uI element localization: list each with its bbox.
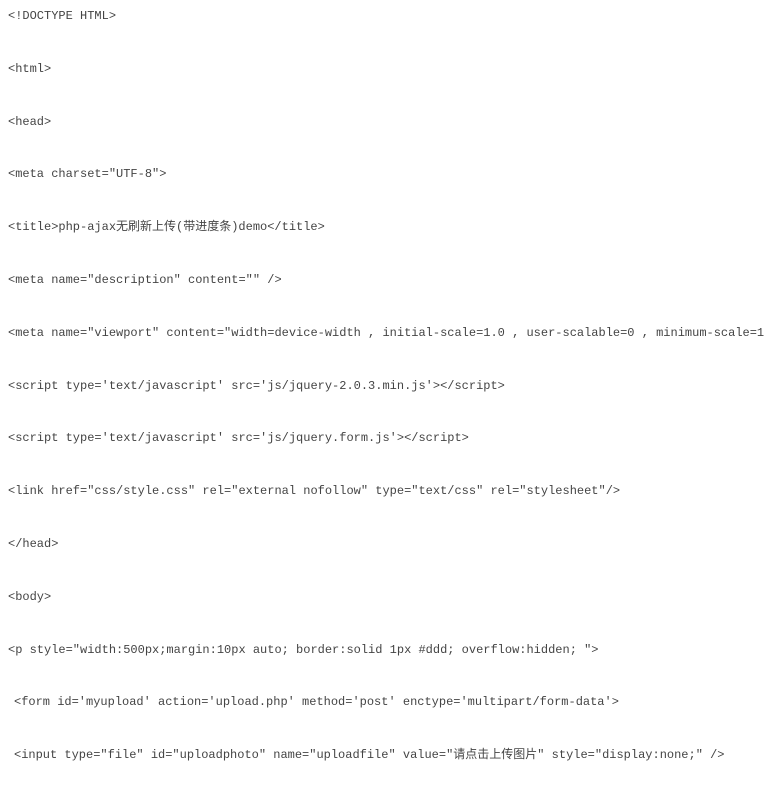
code-line: <form id='myupload' action='upload.php' …: [8, 694, 756, 711]
code-line: <script type='text/javascript' src='js/j…: [8, 430, 756, 447]
code-line: <!DOCTYPE HTML>: [8, 8, 756, 25]
code-line: <head>: [8, 114, 756, 131]
code-line: <meta name="viewport" content="width=dev…: [8, 325, 756, 342]
code-line: <meta name="description" content="" />: [8, 272, 756, 289]
code-line: <script type='text/javascript' src='js/j…: [8, 378, 756, 395]
code-line: </head>: [8, 536, 756, 553]
code-block: <!DOCTYPE HTML> <html> <head> <meta charset…: [8, 8, 756, 764]
code-line: <p style="width:500px;margin:10px auto; …: [8, 642, 756, 659]
code-line: <title>php-ajax无刷新上传(带进度条)demo</title>: [8, 219, 756, 236]
code-line: <meta charset="UTF-8">: [8, 166, 756, 183]
code-line: <body>: [8, 589, 756, 606]
code-line: <input type="file" id="uploadphoto" name…: [8, 747, 756, 764]
code-line: <html>: [8, 61, 756, 78]
code-line: <link href="css/style.css" rel="external…: [8, 483, 756, 500]
